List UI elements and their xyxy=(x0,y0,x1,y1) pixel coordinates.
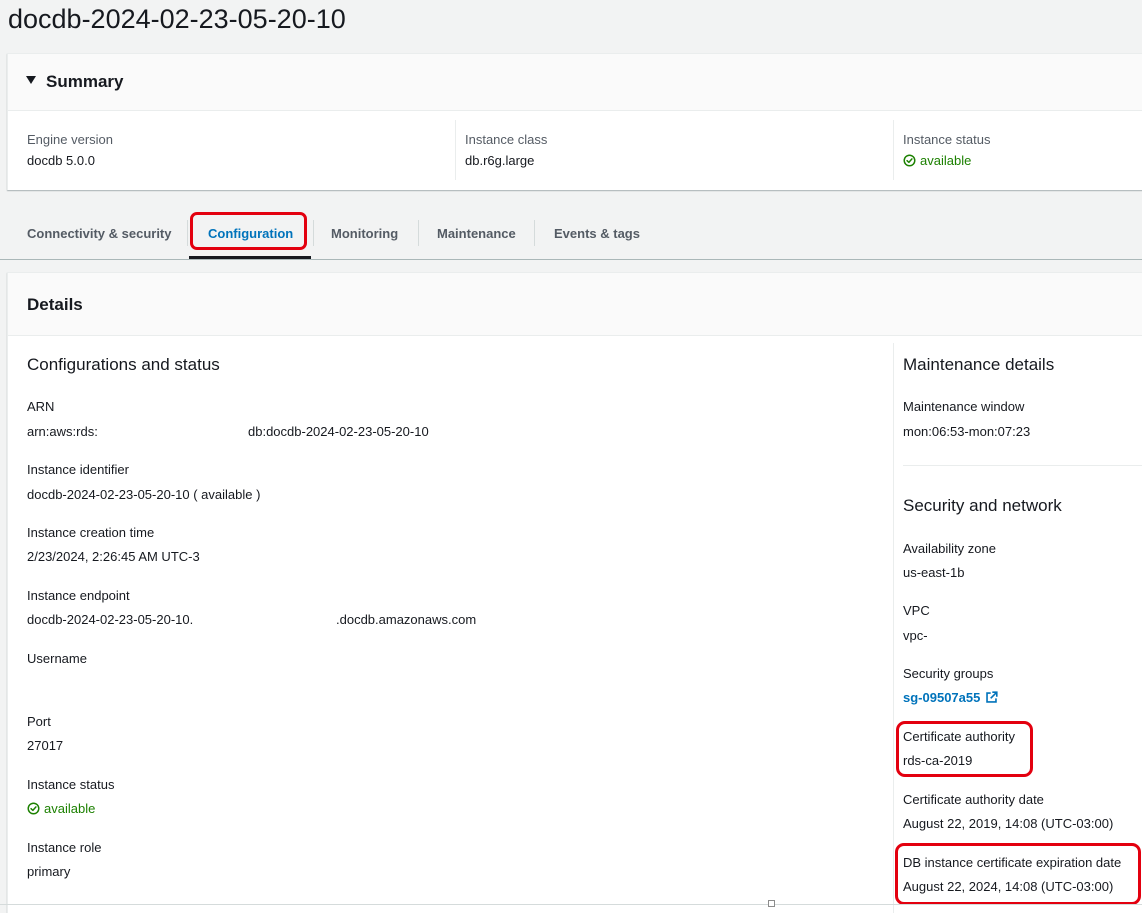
caret-down-icon[interactable] xyxy=(26,76,36,84)
tab-separator xyxy=(534,220,535,246)
instance-identifier-label: Instance identifier xyxy=(27,462,129,477)
arn-label: ARN xyxy=(27,399,55,414)
instance-role-label: Instance role xyxy=(27,840,102,855)
column-divider xyxy=(455,120,456,180)
bottom-divider xyxy=(0,904,1142,905)
endpoint-value-prefix: docdb-2024-02-23-05-20-10. xyxy=(27,612,194,627)
column-divider xyxy=(893,343,894,913)
port-value: 27017 xyxy=(27,738,64,753)
configurations-status-heading: Configurations and status xyxy=(27,355,220,374)
external-link-icon[interactable] xyxy=(985,691,998,704)
availability-zone-value: us-east-1b xyxy=(903,565,965,580)
tab-separator xyxy=(418,220,419,246)
arn-value-suffix: db:docdb-2024-02-23-05-20-10 xyxy=(248,424,429,439)
tab-separator xyxy=(187,220,188,246)
summary-status-text: available xyxy=(920,153,972,168)
details-header: Details xyxy=(8,273,1142,336)
summary-panel: Summary Engine version docdb 5.0.0 Insta… xyxy=(7,53,1142,190)
endpoint-value-suffix: .docdb.amazonaws.com xyxy=(336,612,477,627)
engine-version-label: Engine version xyxy=(27,132,113,147)
engine-version-value: docdb 5.0.0 xyxy=(27,153,95,168)
port-label: Port xyxy=(27,714,51,729)
section-divider xyxy=(903,465,1142,466)
tab-connectivity-security[interactable]: Connectivity & security xyxy=(27,226,172,241)
tab-maintenance[interactable]: Maintenance xyxy=(437,226,516,241)
column-divider xyxy=(893,120,894,180)
instance-status-label: Instance status xyxy=(27,777,115,792)
instance-class-value: db.r6g.large xyxy=(465,153,535,168)
check-circle-icon xyxy=(903,154,916,167)
tab-monitoring[interactable]: Monitoring xyxy=(331,226,398,241)
username-label: Username xyxy=(27,651,87,666)
details-panel: Details Configurations and status ARN ar… xyxy=(7,272,1142,913)
endpoint-label: Instance endpoint xyxy=(27,588,130,603)
arn-value-prefix: arn:aws:rds: xyxy=(27,424,98,439)
ca-date-value: August 22, 2019, 14:08 (UTC-03:00) xyxy=(903,816,1114,831)
instance-class-label: Instance class xyxy=(465,132,548,147)
summary-status-value: available xyxy=(903,153,971,168)
creation-time-label: Instance creation time xyxy=(27,525,155,540)
security-groups-label: Security groups xyxy=(903,666,994,681)
maintenance-window-label: Maintenance window xyxy=(903,399,1025,414)
maintenance-details-heading: Maintenance details xyxy=(903,355,1055,374)
configuration-tab-highlight xyxy=(190,212,307,250)
resize-handle[interactable] xyxy=(768,900,775,907)
security-group-link-text[interactable]: sg-09507a55 xyxy=(903,690,980,705)
tab-separator xyxy=(313,220,314,246)
ca-date-label: Certificate authority date xyxy=(903,792,1044,807)
summary-status-label: Instance status xyxy=(903,132,991,147)
maintenance-window-value: mon:06:53-mon:07:23 xyxy=(903,424,1031,439)
cert-expiration-highlight xyxy=(895,843,1141,905)
instance-role-value: primary xyxy=(27,864,71,879)
creation-time-value: 2/23/2024, 2:26:45 AM UTC-3 xyxy=(27,549,200,564)
tabs-divider xyxy=(0,259,1142,260)
vpc-value: vpc- xyxy=(903,628,928,643)
security-network-heading: Security and network xyxy=(903,496,1062,515)
vpc-label: VPC xyxy=(903,603,930,618)
instance-identifier-value: docdb-2024-02-23-05-20-10 ( available ) xyxy=(27,487,261,502)
details-title: Details xyxy=(27,295,83,314)
security-group-link[interactable]: sg-09507a55 xyxy=(903,690,998,705)
availability-zone-label: Availability zone xyxy=(903,541,996,556)
page-title: docdb-2024-02-23-05-20-10 xyxy=(8,4,346,34)
instance-status-text: available xyxy=(44,801,96,816)
summary-title: Summary xyxy=(46,72,124,91)
certificate-authority-highlight xyxy=(896,721,1033,777)
summary-header[interactable]: Summary xyxy=(8,54,1142,111)
check-circle-icon xyxy=(27,802,40,815)
tab-events-tags[interactable]: Events & tags xyxy=(554,226,640,241)
instance-status-value: available xyxy=(27,801,95,816)
